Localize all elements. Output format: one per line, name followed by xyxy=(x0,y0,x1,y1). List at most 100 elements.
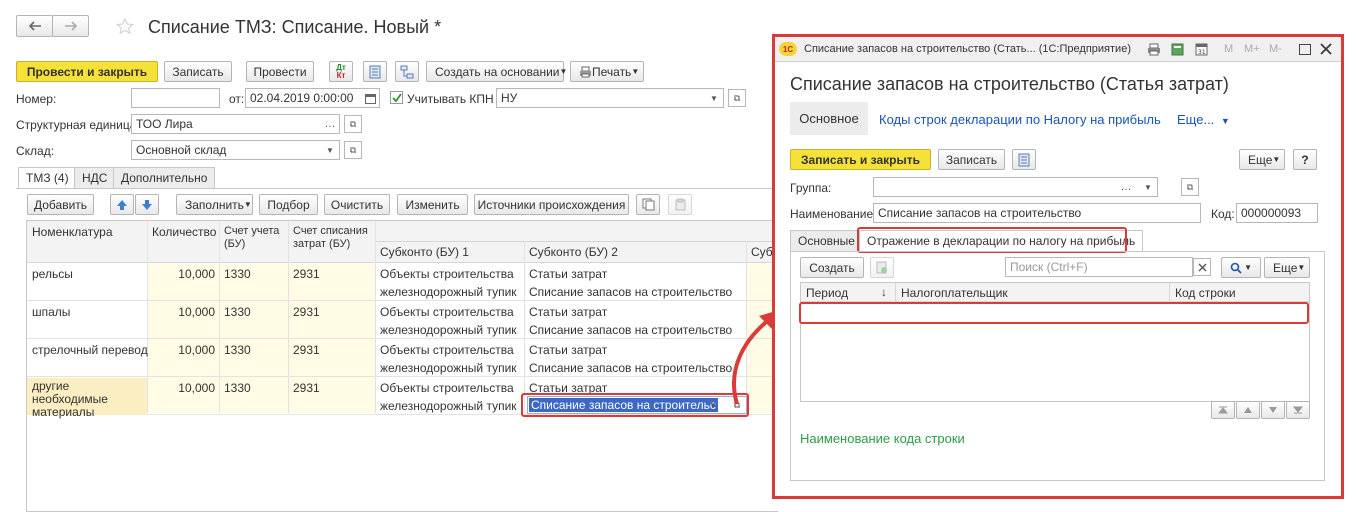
tab-tmz[interactable]: ТМЗ (4) xyxy=(18,167,77,188)
sources-button[interactable]: Источники происхождения xyxy=(474,194,629,215)
number-input[interactable] xyxy=(131,88,220,108)
ellipsis-icon[interactable]: … xyxy=(321,115,339,133)
prev-page-button[interactable] xyxy=(1236,401,1260,419)
list-report-button[interactable] xyxy=(363,61,387,82)
report-list-icon xyxy=(369,65,381,79)
ellipsis-icon[interactable]: … xyxy=(1117,177,1135,197)
tab-additional[interactable]: Дополнительно xyxy=(113,167,216,188)
col-line-code[interactable]: Код строки xyxy=(1175,286,1236,300)
dialog-save-button[interactable]: Записать xyxy=(938,149,1005,170)
calculator-icon[interactable] xyxy=(1171,43,1184,56)
forward-button[interactable] xyxy=(52,15,89,37)
checkmark-icon xyxy=(391,92,402,102)
kpn-select[interactable]: НУ ▼ xyxy=(496,88,724,108)
sort-down-icon[interactable]: ↓ xyxy=(881,285,887,299)
report-list-icon xyxy=(1018,153,1030,167)
print-icon[interactable] xyxy=(1147,43,1161,56)
unit-input[interactable]: ТОО Лира … xyxy=(131,114,340,134)
chevron-down-icon: ▼ xyxy=(1244,263,1252,272)
group-label: Группа: xyxy=(790,181,832,195)
name-label: Наименование: xyxy=(790,207,877,221)
chevron-down-icon: ▼ xyxy=(559,67,568,76)
open-icon: ⧉ xyxy=(349,144,357,155)
warehouse-select[interactable]: Основной склад ▼ xyxy=(131,140,340,160)
col-account[interactable]: Счет учета (БУ) xyxy=(224,225,286,251)
print-button[interactable]: Печать ▼ xyxy=(570,61,644,82)
last-page-button[interactable] xyxy=(1286,401,1310,419)
tab-nds[interactable]: НДС xyxy=(74,167,116,188)
post-and-close-button[interactable]: Провести и закрыть xyxy=(16,61,158,82)
fill-button[interactable]: Заполнить ▼ xyxy=(176,194,253,215)
save-button[interactable]: Записать xyxy=(164,61,232,82)
memory-m-icon[interactable]: M xyxy=(1224,43,1233,55)
copy-record-button[interactable] xyxy=(870,257,894,278)
col-writeoff-account[interactable]: Счет списания затрат (БУ) xyxy=(293,225,377,251)
open-kpn-button[interactable]: ⧉ xyxy=(728,89,746,107)
col-taxpayer[interactable]: Налогоплательщик xyxy=(901,286,1008,300)
date-label: от: xyxy=(229,92,245,106)
first-page-button[interactable] xyxy=(1211,401,1235,419)
clear-button[interactable]: Очистить xyxy=(324,194,390,215)
dialog-heading: Списание запасов на строительство (Стать… xyxy=(790,74,1229,94)
down-icon xyxy=(1269,407,1277,413)
dialog-list-button[interactable] xyxy=(1012,149,1036,170)
panel-more-button[interactable]: Еще ▼ xyxy=(1264,257,1310,278)
name-input[interactable]: Списание запасов на строительство xyxy=(873,203,1201,223)
maximize-icon[interactable] xyxy=(1299,44,1311,55)
tmz-table: Номенклатура Количество Счет учета (БУ) … xyxy=(26,220,779,512)
svg-text:31: 31 xyxy=(1198,49,1206,56)
change-button[interactable]: Изменить xyxy=(397,194,468,215)
tab-basic[interactable]: Основные xyxy=(790,230,863,251)
clear-search-button[interactable] xyxy=(1193,258,1211,276)
copy-button[interactable] xyxy=(636,194,660,215)
col-nomenclature[interactable]: Номенклатура xyxy=(32,225,113,239)
open-unit-button[interactable]: ⧉ xyxy=(344,115,362,133)
page-title: Списание ТМЗ: Списание. Новый * xyxy=(148,17,442,37)
post-button[interactable]: Провести xyxy=(246,61,314,82)
back-button[interactable] xyxy=(16,15,53,37)
tab-divider xyxy=(16,188,776,189)
structure-button[interactable] xyxy=(395,61,419,82)
line-code-name-label: Наименование кода строки xyxy=(800,431,965,446)
code-input[interactable]: 000000093 xyxy=(1236,203,1318,223)
group-input[interactable] xyxy=(873,177,1158,197)
col-period[interactable]: Период xyxy=(806,286,848,300)
open-group-button[interactable]: ⧉ xyxy=(1181,178,1199,196)
calendar-icon[interactable]: 31 xyxy=(1195,43,1208,56)
nav-more-link[interactable]: Еще... ▼ xyxy=(1177,112,1230,127)
memory-minus-icon[interactable]: M- xyxy=(1269,43,1282,55)
search-button[interactable]: ▼ xyxy=(1221,257,1261,278)
dt-kt-button[interactable]: Дт Кт xyxy=(329,61,353,82)
create-button[interactable]: Создать xyxy=(800,257,864,278)
copy-icon xyxy=(642,198,655,211)
date-input[interactable]: 02.04.2019 0:00:00 xyxy=(245,88,380,108)
favorite-star-icon[interactable] xyxy=(116,17,138,35)
memory-plus-icon[interactable]: M+ xyxy=(1244,43,1260,55)
open-warehouse-button[interactable]: ⧉ xyxy=(344,141,362,159)
help-button[interactable]: ? xyxy=(1293,149,1317,170)
copy-record-icon xyxy=(876,261,888,274)
chevron-down-icon[interactable]: ▼ xyxy=(1139,177,1157,197)
chevron-down-icon: ▼ xyxy=(1220,116,1230,126)
move-up-button[interactable] xyxy=(110,194,134,215)
save-and-close-button[interactable]: Записать и закрыть xyxy=(790,149,931,170)
col-subconto1[interactable]: Субконто (БУ) 1 xyxy=(380,245,469,259)
chevron-down-icon: ▼ xyxy=(243,200,252,209)
dialog-more-button[interactable]: Еще ▼ xyxy=(1239,149,1285,170)
col-subconto2[interactable]: Субконто (БУ) 2 xyxy=(529,245,618,259)
calendar-icon[interactable] xyxy=(361,89,379,107)
nav-declaration-codes-link[interactable]: Коды строк декларации по Налогу на прибы… xyxy=(879,112,1161,127)
arrow-right-icon xyxy=(64,21,78,31)
next-page-button[interactable] xyxy=(1261,401,1285,419)
create-based-on-button[interactable]: Создать на основании ▼ xyxy=(426,61,567,82)
kpn-checkbox[interactable] xyxy=(390,91,403,104)
add-row-button[interactable]: Добавить xyxy=(27,194,94,215)
select-button[interactable]: Подбор xyxy=(259,194,318,215)
highlight-empty-row xyxy=(799,302,1309,324)
paste-button[interactable] xyxy=(668,194,692,215)
col-quantity[interactable]: Количество xyxy=(152,225,216,239)
nav-main[interactable]: Основное xyxy=(790,102,868,135)
search-input[interactable]: Поиск (Ctrl+F) xyxy=(1005,257,1193,277)
close-icon[interactable] xyxy=(1319,42,1333,56)
move-down-button[interactable] xyxy=(135,194,159,215)
